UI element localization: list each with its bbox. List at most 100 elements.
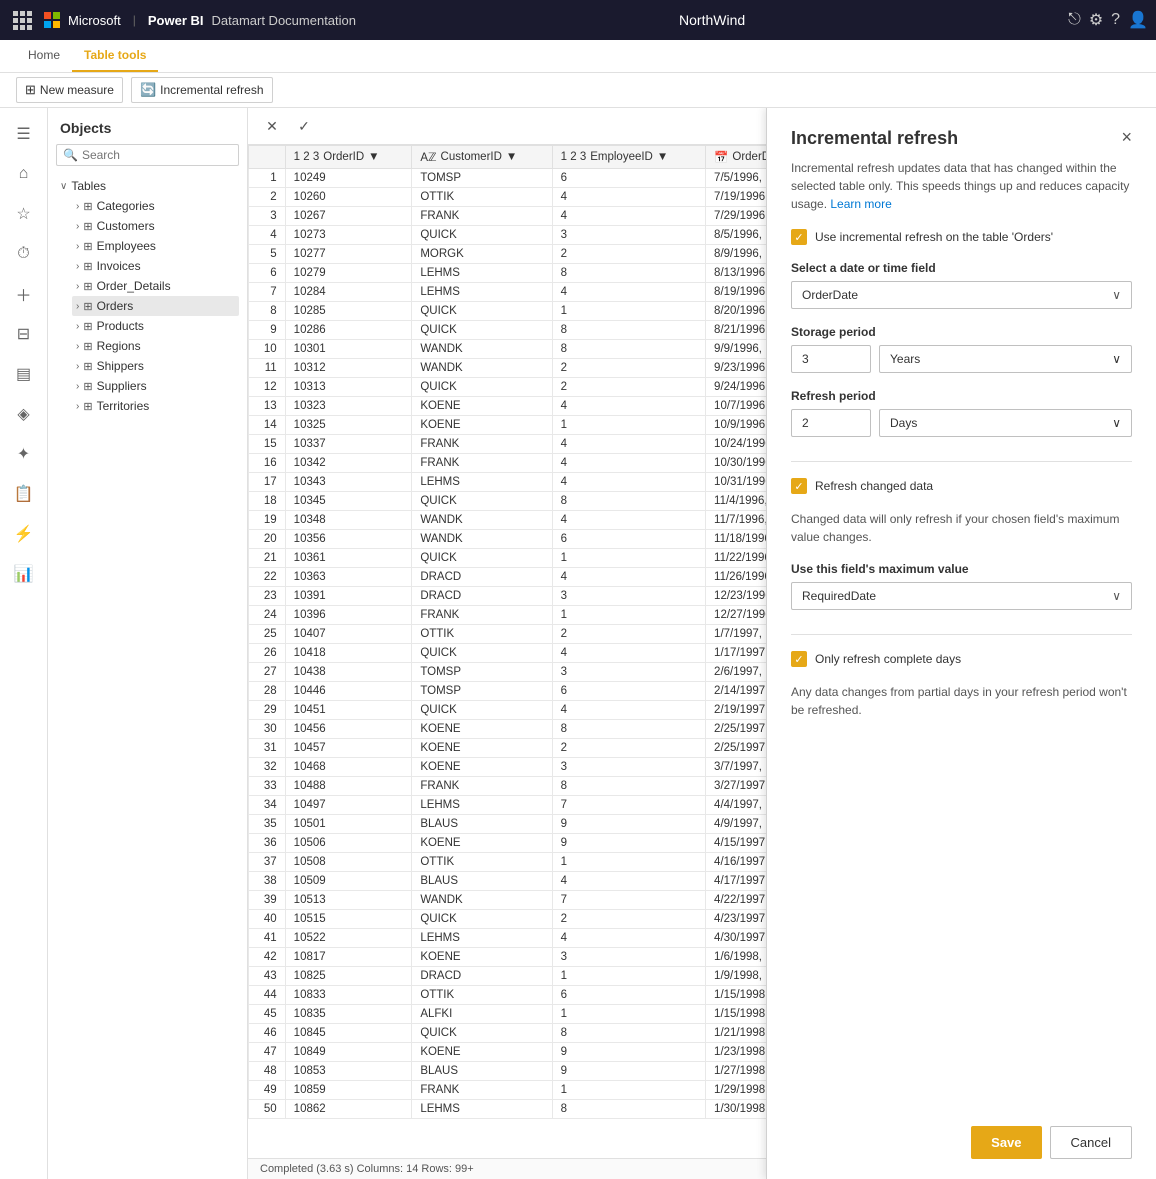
table-cell: 8 [552,264,705,283]
ribbon-actions: ⊞ New measure 🔄 Incremental refresh [0,73,1156,107]
favorites-icon[interactable]: ☆ [6,196,42,232]
table-cell: LEHMS [412,796,552,815]
recent-icon[interactable]: ⏱ [6,236,42,272]
table-cell: 1 [552,853,705,872]
date-field-select[interactable]: OrderDate ∨ [791,281,1132,309]
table-cell: 6 [552,530,705,549]
table-item-orders[interactable]: › ⊞ Orders [72,296,239,316]
row-number: 1 [249,169,286,188]
tab-table-tools[interactable]: Table tools [72,40,158,72]
table-cell: 1 [552,606,705,625]
user-button[interactable]: 👤 [1128,10,1148,30]
table-cell: WANDK [412,511,552,530]
refresh-changed-data-checkbox[interactable]: ✓ [791,478,807,494]
doc-title: Datamart Documentation [211,13,356,28]
table-item-customers[interactable]: › ⊞ Customers [72,216,239,236]
table-item-regions[interactable]: › ⊞ Regions [72,336,239,356]
table-cell: LEHMS [412,283,552,302]
table-cell: 9 [552,1062,705,1081]
table-item-shippers[interactable]: › ⊞ Shippers [72,356,239,376]
table-cell: ALFKI [412,1005,552,1024]
row-number: 50 [249,1100,286,1119]
hamburger-menu-icon[interactable]: ☰ [6,116,42,152]
row-number: 27 [249,663,286,682]
grid-menu-icon[interactable] [8,6,36,34]
home-icon[interactable]: ⌂ [6,156,42,192]
incremental-refresh-button[interactable]: 🔄 Incremental refresh [131,77,273,103]
panel-close-button[interactable]: × [1121,128,1132,146]
table-item-invoices[interactable]: › ⊞ Invoices [72,256,239,276]
table-cell: 9 [552,1043,705,1062]
col-header-employeeid[interactable]: 1 2 3EmployeeID▼ [552,146,705,169]
table-cell: TOMSP [412,169,552,188]
row-number: 15 [249,435,286,454]
tables-label: Tables [71,179,106,193]
table-item-territories[interactable]: › ⊞ Territories [72,396,239,416]
table-cell: 10859 [285,1081,412,1100]
table-cell: 8 [552,1024,705,1043]
max-value-select[interactable]: RequiredDate ∨ [791,582,1132,610]
help-button[interactable]: ? [1111,11,1120,29]
panel-divider-1 [791,461,1132,462]
apps-icon[interactable]: ⚡ [6,516,42,552]
table-item-order-details[interactable]: › ⊞ Order_Details [72,276,239,296]
table-item-products[interactable]: › ⊞ Products [72,316,239,336]
cancel-button[interactable]: Cancel [1050,1126,1132,1159]
only-complete-days-checkbox[interactable]: ✓ [791,651,807,667]
confirm-edit-icon[interactable]: ✓ [292,114,316,138]
col-header-orderid[interactable]: 1 2 3OrderID▼ [285,146,412,169]
save-button[interactable]: Save [971,1126,1041,1159]
search-box[interactable]: 🔍 [56,144,239,166]
top-bar: Microsoft | Power BI Datamart Documentat… [0,0,1156,40]
table-item-employees[interactable]: › ⊞ Employees [72,236,239,256]
storage-period-unit-select[interactable]: Years ∨ [879,345,1132,373]
table-cell: 1 [552,416,705,435]
row-number: 10 [249,340,286,359]
table-cell: 6 [552,682,705,701]
explore-icon[interactable]: ✦ [6,436,42,472]
search-input[interactable] [82,148,237,162]
report-icon[interactable]: ▤ [6,356,42,392]
table-cell: DRACD [412,568,552,587]
table-cell: OTTIK [412,853,552,872]
row-number: 20 [249,530,286,549]
metrics-icon[interactable]: 📋 [6,476,42,512]
learn-more-link[interactable]: Learn more [830,197,891,211]
table-item-categories[interactable]: › ⊞ Categories [72,196,239,216]
close-edit-icon[interactable]: ✕ [260,114,284,138]
refresh-period-num-input[interactable] [791,409,871,437]
table-cell: KOENE [412,720,552,739]
row-number: 44 [249,986,286,1005]
use-incremental-checkbox[interactable]: ✓ [791,229,807,245]
table-cell: MORGK [412,245,552,264]
tab-home[interactable]: Home [16,40,72,72]
refresh-period-unit-select[interactable]: Days ∨ [879,409,1132,437]
table-cell: WANDK [412,359,552,378]
chart-active-icon[interactable]: 📊 [6,556,42,592]
table-item-suppliers[interactable]: › ⊞ Suppliers [72,376,239,396]
model-icon[interactable]: ◈ [6,396,42,432]
col-header-customerid[interactable]: AℤCustomerID▼ [412,146,552,169]
product-name: Power BI [148,13,204,28]
table-cell: 10363 [285,568,412,587]
table-cell: 4 [552,701,705,720]
tables-header[interactable]: ∨ Tables [56,176,239,196]
table-cell: 10515 [285,910,412,929]
table-cell: TOMSP [412,682,552,701]
table-cell: 10418 [285,644,412,663]
create-icon[interactable]: ＋ [6,276,42,312]
microsoft-logo [44,12,60,28]
table-cell: QUICK [412,302,552,321]
data-icon[interactable]: ⊟ [6,316,42,352]
row-number: 7 [249,283,286,302]
settings-button[interactable]: ⚙ [1089,10,1103,30]
table-cell: 10267 [285,207,412,226]
row-number: 40 [249,910,286,929]
table-cell: 7 [552,891,705,910]
share-button[interactable]: ⎋ [1068,11,1081,29]
table-cell: BLAUS [412,872,552,891]
row-number: 25 [249,625,286,644]
new-measure-button[interactable]: ⊞ New measure [16,77,123,103]
storage-period-num-input[interactable] [791,345,871,373]
table-cell: 10301 [285,340,412,359]
